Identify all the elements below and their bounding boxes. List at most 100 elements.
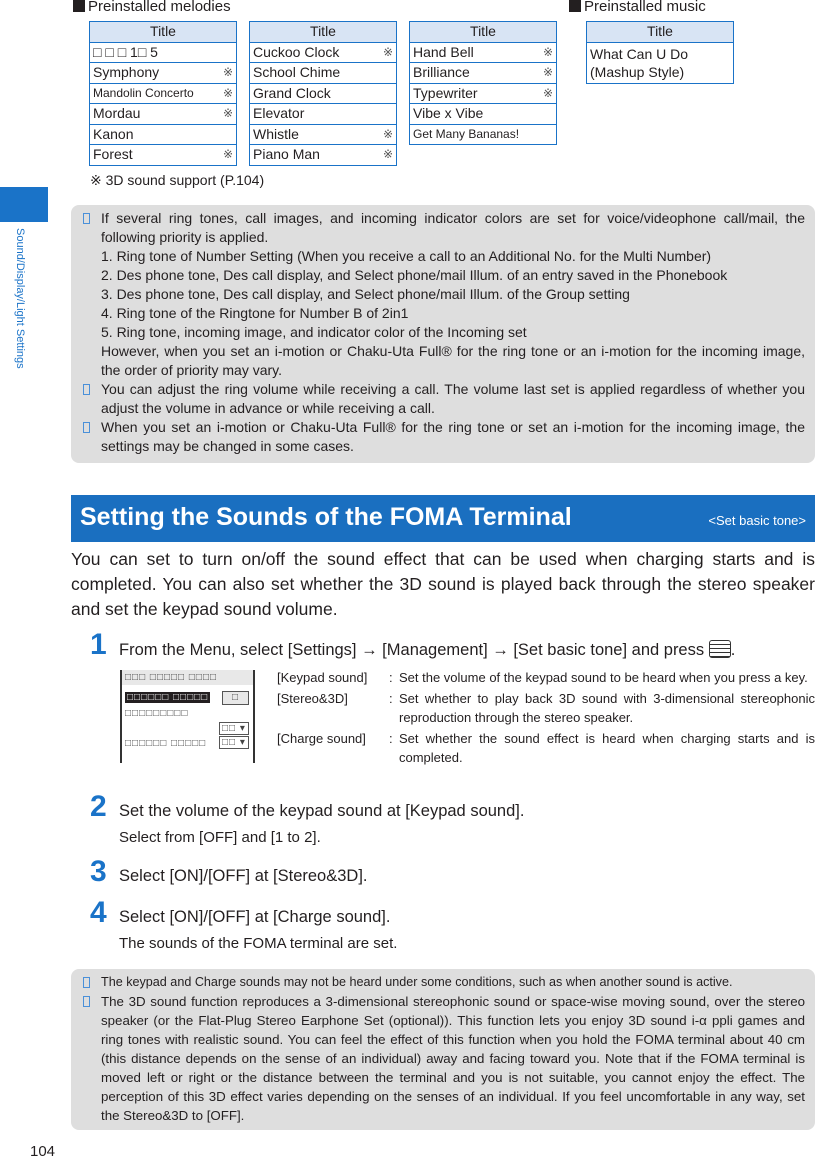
section-header: Setting the Sounds of the FOMA Terminal …	[71, 495, 815, 542]
setting-key: [Charge sound]	[277, 731, 366, 746]
table-header: Title	[409, 21, 557, 43]
priority-item: 5. Ring tone, incoming image, and indica…	[101, 324, 527, 340]
setting-key: [Keypad sound]	[277, 670, 368, 685]
section-tag: <Set basic tone>	[708, 513, 806, 528]
3d-sound-mark: ※	[222, 65, 233, 80]
melody-title: Mordau	[93, 105, 141, 122]
melody-title: Mandolin Concerto	[93, 85, 194, 100]
melody-table: Title Cuckoo Clock ※ School Chime Grand Cloc…	[249, 21, 397, 166]
step-number: 3	[90, 855, 107, 888]
screen-value: □□	[222, 723, 237, 734]
table-header: Title	[89, 21, 237, 43]
priority-item: 4. Ring tone of the Ringtone for Number …	[101, 305, 409, 321]
menu-key-icon	[708, 640, 731, 658]
table-cell: Cuckoo Clock ※	[249, 41, 397, 63]
table-cell: Mandolin Concerto ※	[89, 82, 237, 104]
melody-title: Get Many Bananas!	[413, 126, 520, 141]
setting-desc: Set the volume of the keypad sound to be…	[399, 670, 808, 685]
table-cell: □ □ □ 1□ 5	[89, 41, 237, 63]
footnote: ※ 3D sound support (P.104)	[90, 172, 265, 188]
melody-title: Piano Man	[253, 146, 320, 163]
note-bullet-icon	[83, 977, 90, 988]
melody-table: Title □ □ □ 1□ 5 Symphony ※ Mandolin Concert…	[89, 21, 237, 166]
screen-value: □	[222, 691, 249, 705]
3d-sound-mark: ※	[222, 106, 233, 121]
melody-title: Brilliance	[413, 64, 470, 81]
table-cell: Vibe x Vibe	[409, 103, 557, 125]
3d-sound-mark: ※	[542, 85, 553, 100]
melody-title: Hand Bell	[413, 43, 474, 60]
table-cell: Mordau ※	[89, 103, 237, 125]
screen-dropdown: □□ ▾	[219, 722, 249, 735]
melody-title: Typewriter	[413, 84, 478, 101]
note-box-1: If several ring tones, call images, and …	[71, 205, 815, 463]
melody-title: Kanon	[93, 125, 134, 142]
priority-item: 2. Des phone tone, Des call display, and…	[101, 267, 728, 283]
note-box-2: The keypad and Charge sounds may not be …	[71, 969, 815, 1130]
melody-title: □ □ □ 1□ 5	[93, 43, 158, 60]
melody-title: Cuckoo Clock	[253, 43, 340, 60]
side-label: Sound/Display/Light Settings	[14, 228, 26, 369]
priority-item: 1. Ring tone of Number Setting (When you…	[101, 248, 712, 264]
step-text: From the Menu, select [Settings] → [Mana…	[119, 640, 736, 659]
section-tab	[0, 187, 48, 222]
step-4-sub: The sounds of the FOMA terminal are set.	[119, 935, 398, 952]
note-bullet-icon	[83, 213, 90, 224]
3d-sound-mark: ※	[382, 126, 393, 141]
setting-desc: Set whether to play back 3D sound with 3…	[399, 691, 815, 725]
table-cell: What Can U Do (Mashup Style)	[586, 41, 734, 84]
table-cell: Whistle ※	[249, 123, 397, 145]
setting-desc: Set whether the sound effect is heard wh…	[399, 731, 815, 765]
section-title: Setting the Sounds of the FOMA Terminal	[80, 503, 572, 531]
screen-item: □□□□□□□□□	[125, 708, 189, 719]
note-text: You can adjust the ring volume while rec…	[101, 381, 805, 416]
step-4-text: Select [ON]/[OFF] at [Charge sound].	[119, 908, 391, 926]
table-cell: School Chime	[249, 62, 397, 84]
screen-dropdown: □□ ▾	[219, 736, 249, 749]
table-header: Title	[586, 21, 734, 43]
3d-sound-mark: ※	[542, 65, 553, 80]
step-2-text: Set the volume of the keypad sound at [K…	[119, 802, 525, 820]
melody-title: Forest	[93, 146, 133, 163]
3d-sound-mark: ※	[222, 147, 233, 162]
settings-list: [Keypad sound]: Set the volume of the key…	[277, 670, 815, 765]
melody-table: Title Hand Bell ※ Brilliance ※ Typewriter ※ Vib…	[409, 21, 557, 145]
melody-title: Grand Clock	[253, 84, 331, 101]
note-text: The keypad and Charge sounds may not be …	[101, 975, 733, 989]
table-header: Title	[249, 21, 397, 43]
3d-sound-mark: ※	[222, 85, 233, 100]
table-cell: Symphony ※	[89, 62, 237, 84]
table-cell: Hand Bell ※	[409, 41, 557, 63]
table-cell: Kanon	[89, 123, 237, 145]
step-2-sub: Select from [OFF] and [1 to 2].	[119, 829, 321, 846]
melodies-heading: Preinstalled melodies	[73, 0, 231, 15]
note-text: The 3D sound function reproduces a 3-dim…	[101, 994, 805, 1123]
page-number: 104	[30, 1143, 56, 1160]
note-text: If several ring tones, call images, and …	[101, 210, 805, 245]
table-cell: Brilliance ※	[409, 62, 557, 84]
melody-title: Symphony	[93, 64, 160, 81]
priority-item: 3. Des phone tone, Des call display, and…	[101, 286, 630, 302]
step-1-text: From the Menu, select [Settings] → [Mana…	[119, 641, 705, 659]
screen-value: □□	[222, 737, 237, 748]
3d-sound-mark: ※	[382, 147, 393, 162]
music-table: Title What Can U Do (Mashup Style)	[586, 21, 734, 84]
step-3-text: Select [ON]/[OFF] at [Stereo&3D].	[119, 867, 368, 885]
table-cell: Forest ※	[89, 144, 237, 166]
melody-title: School Chime	[253, 64, 341, 81]
note-bullet-icon	[83, 996, 90, 1007]
melody-title: Elevator	[253, 105, 305, 122]
table-cell: Grand Clock	[249, 82, 397, 104]
table-cell: Typewriter ※	[409, 82, 557, 104]
screen-item: □□□□□□ □□□□□	[125, 692, 211, 703]
table-cell: Get Many Bananas!	[409, 123, 557, 145]
melody-title: Vibe x Vibe	[413, 105, 484, 122]
note-text: When you set an i-motion or Chaku-Uta Fu…	[101, 419, 805, 454]
screen-item: □□□□□□ □□□□□	[125, 738, 207, 749]
step-number: 2	[90, 790, 107, 823]
setting-key: [Stereo&3D]	[277, 691, 348, 706]
music-heading: Preinstalled music	[569, 0, 706, 15]
3d-sound-mark: ※	[382, 44, 393, 59]
note-bullet-icon	[83, 422, 90, 433]
note-bullet-icon	[83, 384, 90, 395]
